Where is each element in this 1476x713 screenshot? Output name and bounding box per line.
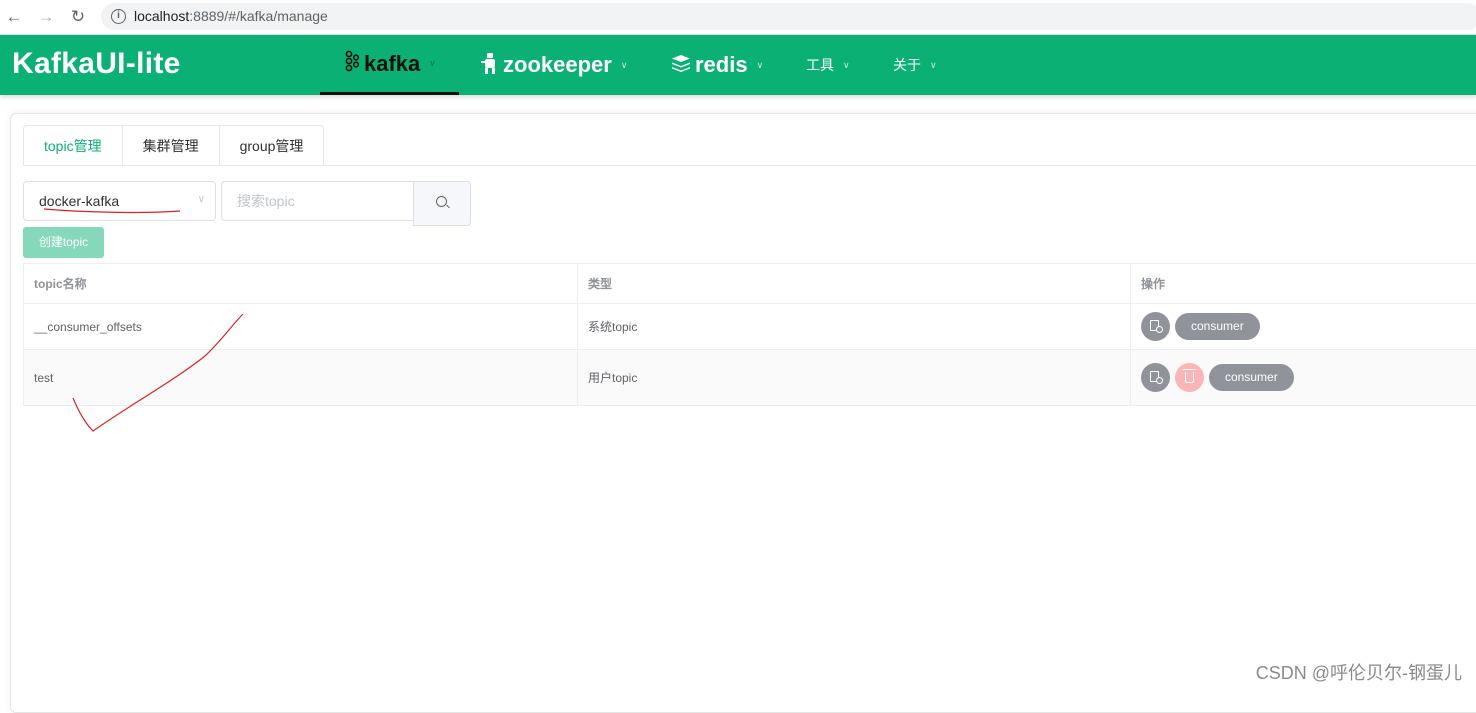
menu-kafka[interactable]: kafka ∨ bbox=[320, 35, 459, 95]
reload-icon[interactable]: ↻ bbox=[67, 6, 89, 28]
view-detail-button[interactable] bbox=[1141, 312, 1170, 341]
forward-arrow-icon[interactable]: → bbox=[35, 6, 57, 28]
table-header-row: topic名称 类型 操作 bbox=[24, 264, 1476, 304]
menu-zookeeper-label: zookeeper bbox=[503, 52, 612, 78]
view-detail-button[interactable] bbox=[1141, 363, 1170, 392]
content-card: topic管理 集群管理 group管理 docker-kafka ∨ 创建to… bbox=[10, 113, 1476, 713]
tab-cluster-manage[interactable]: 集群管理 bbox=[123, 125, 220, 166]
menu-about-label: 关于 bbox=[893, 55, 921, 75]
column-header-type: 类型 bbox=[578, 264, 1131, 304]
topic-type-cell: 用户topic bbox=[578, 350, 1131, 406]
topic-name-cell: __consumer_offsets bbox=[24, 304, 578, 350]
topic-table: topic名称 类型 操作 __consumer_offsets 系统topic… bbox=[23, 263, 1476, 406]
app-brand: KafkaUI-lite bbox=[12, 47, 181, 81]
topic-type-cell: 系统topic bbox=[578, 304, 1131, 350]
menu-tools[interactable]: 工具 ∨ bbox=[806, 35, 850, 95]
topic-name-cell: test bbox=[24, 350, 578, 406]
chevron-down-icon: ∨ bbox=[429, 58, 436, 69]
trash-icon bbox=[1185, 372, 1194, 383]
tabs-divider bbox=[23, 165, 1476, 166]
chevron-down-icon: ∨ bbox=[757, 60, 764, 71]
delete-topic-button[interactable] bbox=[1175, 363, 1204, 392]
tab-topic-manage[interactable]: topic管理 bbox=[23, 125, 123, 166]
column-header-actions: 操作 bbox=[1131, 264, 1476, 304]
actions-cell: consumer bbox=[1131, 350, 1476, 406]
actions-cell: consumer bbox=[1131, 304, 1476, 350]
tab-bar: topic管理 集群管理 group管理 bbox=[23, 125, 324, 166]
kafka-icon bbox=[344, 50, 360, 77]
chevron-down-icon: ∨ bbox=[198, 194, 205, 205]
document-search-icon bbox=[1150, 320, 1159, 331]
create-topic-button[interactable]: 创建topic bbox=[23, 227, 104, 258]
search-icon bbox=[436, 196, 447, 207]
menu-about[interactable]: 关于 ∨ bbox=[893, 35, 937, 95]
chevron-down-icon: ∨ bbox=[930, 60, 937, 71]
table-row: test 用户topic consumer bbox=[24, 350, 1476, 406]
menu-tools-label: 工具 bbox=[806, 55, 834, 75]
chevron-down-icon: ∨ bbox=[843, 60, 850, 71]
row-actions: consumer bbox=[1141, 312, 1476, 341]
consumer-button[interactable]: consumer bbox=[1209, 364, 1294, 391]
tab-group-manage[interactable]: group管理 bbox=[220, 125, 325, 166]
info-icon[interactable]: i bbox=[111, 9, 126, 24]
cluster-select-value: docker-kafka bbox=[39, 193, 119, 209]
search-button[interactable] bbox=[413, 181, 471, 226]
chevron-down-icon: ∨ bbox=[621, 60, 628, 71]
menu-zookeeper[interactable]: zookeeper ∨ bbox=[481, 35, 627, 95]
menu-kafka-label: kafka bbox=[364, 51, 420, 77]
app-header: KafkaUI-lite kafka ∨ zookeeper ∨ redis ∨… bbox=[0, 35, 1476, 95]
browser-toolbar: ← → ↻ i localhost:8889/#/kafka/manage bbox=[0, 0, 1476, 35]
table-row: __consumer_offsets 系统topic consumer bbox=[24, 304, 1476, 350]
cluster-select[interactable]: docker-kafka ∨ bbox=[23, 181, 216, 221]
back-arrow-icon[interactable]: ← bbox=[3, 6, 25, 28]
document-search-icon bbox=[1150, 371, 1159, 382]
menu-redis-label: redis bbox=[695, 52, 748, 78]
consumer-button[interactable]: consumer bbox=[1175, 313, 1260, 340]
watermark-text: CSDN @呼伦贝尔-钢蛋儿 bbox=[1256, 659, 1462, 685]
search-topic-input[interactable] bbox=[221, 181, 415, 221]
url-text[interactable]: localhost:8889/#/kafka/manage bbox=[134, 8, 328, 24]
menu-redis[interactable]: redis ∨ bbox=[671, 35, 763, 95]
redis-icon bbox=[671, 54, 691, 77]
zookeeper-icon bbox=[481, 51, 499, 80]
address-bar[interactable]: i localhost:8889/#/kafka/manage bbox=[101, 3, 1476, 30]
row-actions: consumer bbox=[1141, 363, 1476, 392]
column-header-topic-name: topic名称 bbox=[24, 264, 578, 304]
